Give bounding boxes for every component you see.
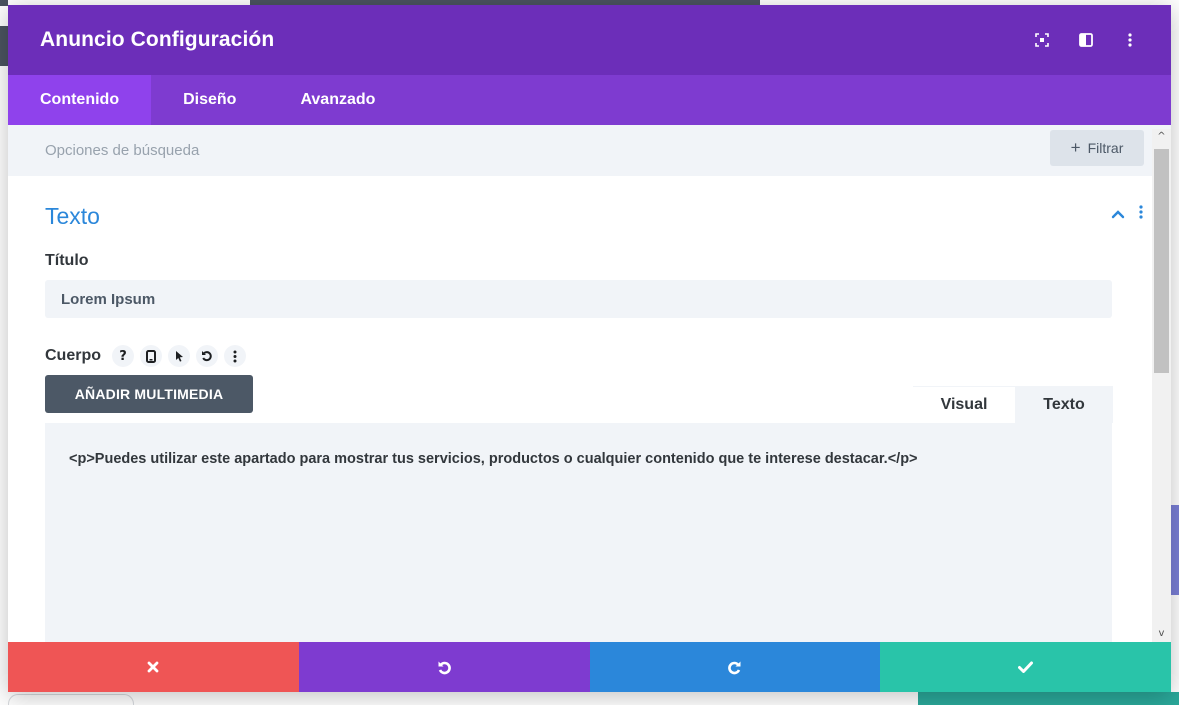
title-label: Título [45,252,89,269]
more-vertical-icon[interactable] [224,345,246,367]
tab-content[interactable]: Contenido [8,75,152,125]
modal-title: Anuncio Configuración [40,28,275,51]
redo-icon [728,661,741,674]
modal-tabs: Contenido Diseño Avanzado [8,75,1171,125]
editor-tab-text[interactable]: Texto [1015,386,1113,423]
reset-icon[interactable] [196,345,218,367]
editor-tab-visual[interactable]: Visual [913,386,1015,423]
filter-label: Filtrar [1087,140,1124,156]
body-label-row: Cuerpo ? [45,345,1113,367]
more-vertical-icon[interactable] [1121,31,1139,49]
modal-footer [8,642,1171,692]
close-icon [147,661,159,673]
cancel-button[interactable] [8,642,299,692]
redo-button[interactable] [589,642,881,692]
settings-modal: Anuncio Configuración Contenido Diseño A… [8,5,1171,692]
split-view-icon[interactable] [1077,31,1095,49]
check-icon [1018,661,1034,673]
background-right-edge [1171,0,1179,705]
mobile-icon[interactable] [140,345,162,367]
undo-button[interactable] [298,642,590,692]
modal-header[interactable]: Anuncio Configuración [8,5,1171,75]
tab-design[interactable]: Diseño [151,75,268,125]
background-left-edge [0,6,8,705]
undo-icon [438,661,451,674]
editor-tabs: Visual Texto [913,386,1113,423]
search-input[interactable]: Opciones de búsqueda [45,142,199,159]
help-icon[interactable]: ? [112,345,134,367]
save-button[interactable] [880,642,1171,692]
body-label: Cuerpo [45,347,101,364]
body-editor-text[interactable]: <p>Puedes utilizar este apartado para mo… [69,451,1088,467]
body-field-tools: ? [112,345,246,367]
media-row: AÑADIR MULTIMEDIA Visual Texto [45,375,1113,423]
tab-advanced[interactable]: Avanzado [268,75,407,125]
expand-icon[interactable] [1033,31,1051,49]
scroll-up-arrow-icon[interactable]: ^ [1152,129,1171,145]
plus-icon: + [1070,138,1081,157]
background-bottom-edge [0,692,1179,705]
body-editor[interactable]: <p>Puedes utilizar este apartado para mo… [45,423,1112,663]
filter-button[interactable]: + Filtrar [1050,130,1144,166]
add-media-button[interactable]: AÑADIR MULTIMEDIA [45,375,253,413]
section-more-icon[interactable] [1139,204,1143,223]
title-field[interactable] [45,280,1112,318]
section-controls [1111,204,1143,223]
header-actions [1033,31,1139,49]
section-header[interactable]: Texto [45,176,1113,256]
modal-content: Texto Título Cuerpo ? [8,176,1171,663]
search-bar[interactable]: Opciones de búsqueda + Filtrar [8,125,1171,176]
section-title: Texto [45,202,100,229]
pointer-icon[interactable] [168,345,190,367]
chevron-up-icon[interactable] [1111,204,1125,223]
